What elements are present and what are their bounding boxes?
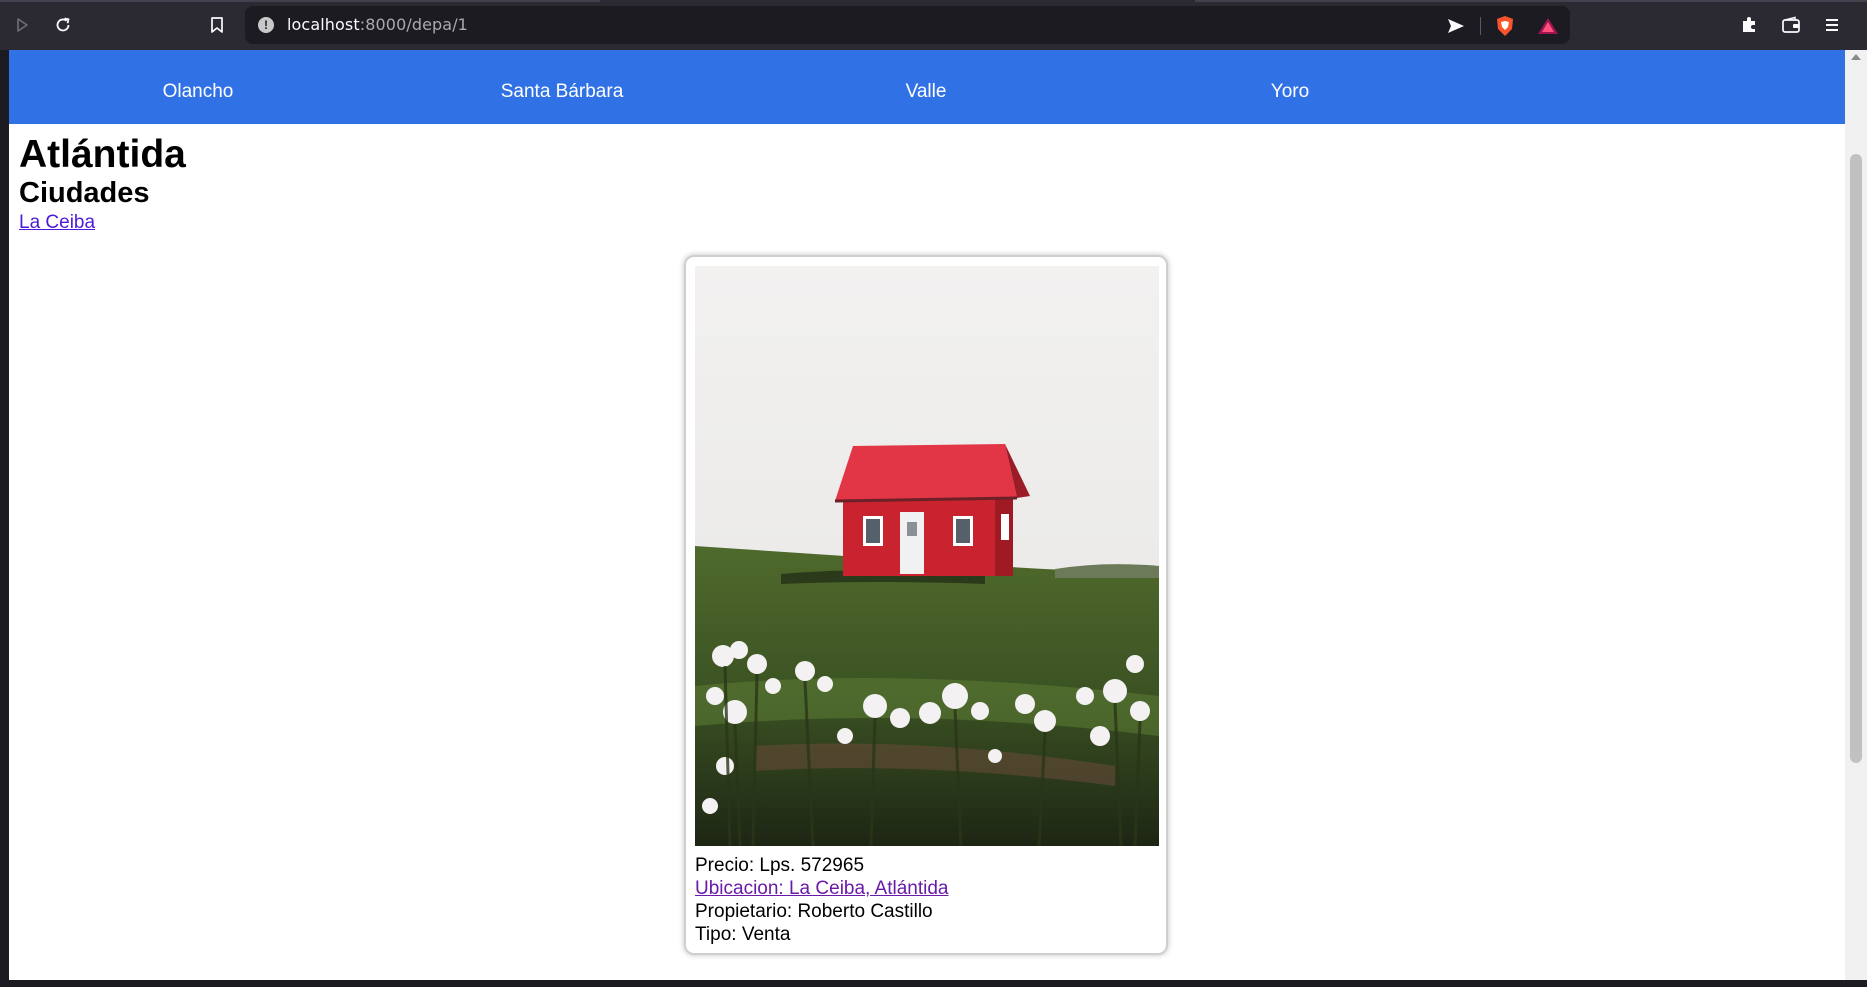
extensions-icon[interactable] xyxy=(1736,12,1762,38)
department-title: Atlántida xyxy=(19,133,186,176)
tab-strip-hint xyxy=(1195,0,1867,2)
page-viewport: Olancho Santa Bárbara Valle Yoro Atlánti… xyxy=(9,50,1845,980)
department-nav: Olancho Santa Bárbara Valle Yoro xyxy=(9,50,1845,124)
reload-icon[interactable] xyxy=(50,12,76,38)
cities-heading: Ciudades xyxy=(19,177,150,209)
url-text[interactable]: localhost:8000/depa/1 xyxy=(287,15,468,34)
scroll-thumb[interactable] xyxy=(1850,154,1862,763)
nav-item-valle[interactable]: Valle xyxy=(906,81,947,103)
bookmark-icon[interactable] xyxy=(204,12,230,38)
info-icon[interactable]: ! xyxy=(258,17,274,33)
nav-item-santa-barbara[interactable]: Santa Bárbara xyxy=(501,81,624,103)
city-link-la-ceiba[interactable]: La Ceiba xyxy=(19,212,95,234)
url-separator xyxy=(1480,17,1481,35)
brave-shield-icon[interactable] xyxy=(1494,15,1516,37)
listing-location: Ubicacion: La Ceiba, Atlántida xyxy=(695,878,949,900)
nav-item-olancho[interactable]: Olancho xyxy=(163,81,234,103)
listing-owner: Propietario: Roberto Castillo xyxy=(695,901,933,922)
nav-item-yoro[interactable]: Yoro xyxy=(1271,81,1309,103)
url-host: localhost xyxy=(287,15,360,34)
page-scrollbar[interactable] xyxy=(1845,50,1867,980)
address-bar[interactable]: ! localhost:8000/depa/1 xyxy=(245,6,1570,44)
property-card: Precio: Lps. 572965 Ubicacion: La Ceiba,… xyxy=(684,255,1168,955)
listing-price: Precio: Lps. 572965 xyxy=(695,855,865,876)
listing-type: Tipo: Venta xyxy=(695,924,791,945)
url-path: :8000/depa/1 xyxy=(359,15,468,34)
menu-icon[interactable] xyxy=(1819,12,1845,38)
scroll-up-arrow-icon[interactable] xyxy=(1851,54,1861,60)
wallet-icon[interactable] xyxy=(1778,12,1804,38)
tab-strip-hint xyxy=(0,0,600,2)
play-icon[interactable] xyxy=(9,12,35,38)
window-bottom-edge xyxy=(0,980,1867,987)
listing-location-link[interactable]: Ubicacion: La Ceiba, Atlántida xyxy=(695,878,949,899)
send-icon[interactable] xyxy=(1445,15,1467,37)
property-photo xyxy=(695,266,1159,846)
browser-toolbar: ! localhost:8000/depa/1 xyxy=(0,0,1867,50)
brave-rewards-icon[interactable] xyxy=(1537,15,1559,37)
